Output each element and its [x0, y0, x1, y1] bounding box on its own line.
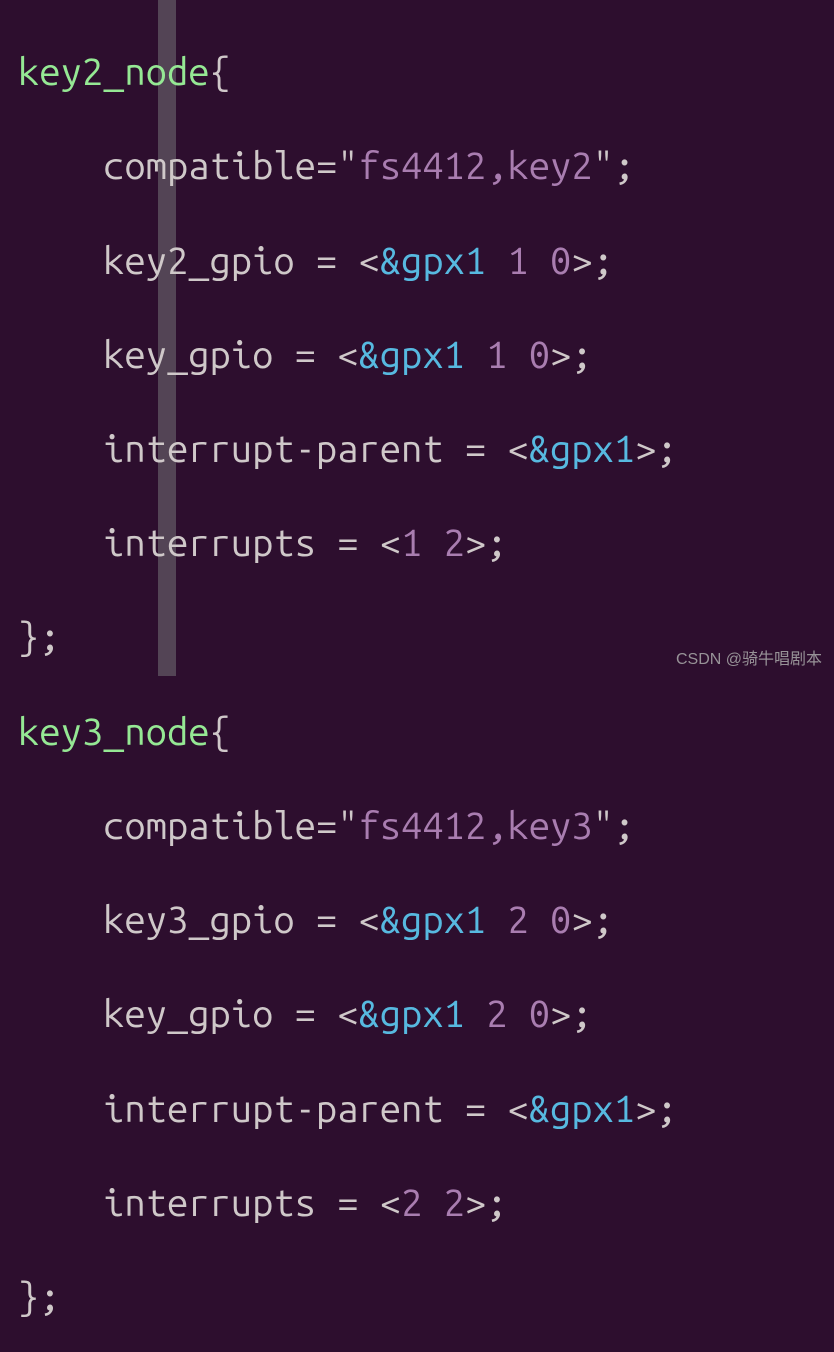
equals: = [295, 240, 359, 282]
code-block: key2_node{ compatible="fs4412,key2"; key… [0, 0, 834, 1352]
code-line: interrupt-parent = <&gpx1>; [18, 1086, 816, 1133]
number: 2 [444, 522, 465, 564]
number: 2 [486, 993, 507, 1035]
brace-open: { [210, 711, 231, 753]
angle-open: < [359, 240, 380, 282]
angle-close: > [571, 240, 592, 282]
number: 0 [550, 240, 571, 282]
code-line: key3_node{ [18, 709, 816, 756]
property-compatible: compatible [103, 145, 316, 187]
code-line: key_gpio = <&gpx1 2 0>; [18, 991, 816, 1038]
brace-close: }; [18, 616, 61, 658]
angle-close: > [550, 334, 571, 376]
equals: = [295, 899, 359, 941]
angle-close: > [465, 1182, 486, 1224]
equals: = [444, 428, 508, 470]
equals: = [316, 145, 337, 187]
semicolon: ; [486, 522, 507, 564]
code-line: key2_gpio = <&gpx1 1 0>; [18, 238, 816, 285]
number: 0 [529, 993, 550, 1035]
semicolon: ; [486, 1182, 507, 1224]
semicolon: ; [656, 1088, 677, 1130]
semicolon: ; [593, 240, 614, 282]
equals: = [316, 522, 380, 564]
node-name: key3_node [18, 711, 210, 753]
equals: = [444, 1088, 508, 1130]
number: 0 [550, 899, 571, 941]
code-line: key_gpio = <&gpx1 1 0>; [18, 332, 816, 379]
number: 1 [401, 522, 422, 564]
property-key-gpio: key_gpio [103, 993, 273, 1035]
number: 2 [401, 1182, 422, 1224]
quote: " [593, 805, 614, 847]
semicolon: ; [614, 805, 635, 847]
equals: = [316, 805, 337, 847]
property-interrupt-parent: interrupt-parent [103, 428, 443, 470]
semicolon: ; [571, 993, 592, 1035]
phandle-ref: &gpx1 [529, 1088, 635, 1130]
phandle-ref: &gpx1 [359, 993, 465, 1035]
brace-open: { [210, 51, 231, 93]
angle-open: < [337, 334, 358, 376]
phandle-ref: &gpx1 [380, 899, 486, 941]
semicolon: ; [593, 899, 614, 941]
property-interrupt-parent: interrupt-parent [103, 1088, 443, 1130]
property-interrupts: interrupts [103, 522, 316, 564]
angle-close: > [465, 522, 486, 564]
quote: " [593, 145, 614, 187]
code-line: compatible="fs4412,key3"; [18, 803, 816, 850]
code-line: compatible="fs4412,key2"; [18, 143, 816, 190]
code-line: }; [18, 1274, 816, 1321]
code-line: interrupt-parent = <&gpx1>; [18, 426, 816, 473]
property-key2-gpio: key2_gpio [103, 240, 295, 282]
code-line: key2_node{ [18, 49, 816, 96]
node-name: key2_node [18, 51, 210, 93]
number: 1 [507, 240, 528, 282]
number: 0 [529, 334, 550, 376]
number: 2 [507, 899, 528, 941]
angle-close: > [550, 993, 571, 1035]
number: 2 [444, 1182, 465, 1224]
quote: " [337, 145, 358, 187]
phandle-ref: &gpx1 [380, 240, 486, 282]
angle-close: > [571, 899, 592, 941]
equals: = [273, 334, 337, 376]
angle-open: < [507, 1088, 528, 1130]
semicolon: ; [571, 334, 592, 376]
string-value: fs4412,key3 [359, 805, 593, 847]
semicolon: ; [614, 145, 635, 187]
code-line: key3_gpio = <&gpx1 2 0>; [18, 897, 816, 944]
brace-close: }; [18, 1276, 61, 1318]
number: 1 [486, 334, 507, 376]
phandle-ref: &gpx1 [529, 428, 635, 470]
angle-open: < [507, 428, 528, 470]
angle-open: < [380, 1182, 401, 1224]
string-value: fs4412,key2 [359, 145, 593, 187]
code-line: interrupts = <2 2>; [18, 1180, 816, 1227]
semicolon: ; [656, 428, 677, 470]
property-interrupts: interrupts [103, 1182, 316, 1224]
angle-close: > [635, 1088, 656, 1130]
equals: = [316, 1182, 380, 1224]
angle-open: < [337, 993, 358, 1035]
property-key3-gpio: key3_gpio [103, 899, 295, 941]
code-line: interrupts = <1 2>; [18, 520, 816, 567]
property-key-gpio: key_gpio [103, 334, 273, 376]
angle-close: > [635, 428, 656, 470]
angle-open: < [380, 522, 401, 564]
phandle-ref: &gpx1 [359, 334, 465, 376]
equals: = [273, 993, 337, 1035]
angle-open: < [359, 899, 380, 941]
code-line: }; [18, 614, 816, 661]
property-compatible: compatible [103, 805, 316, 847]
quote: " [337, 805, 358, 847]
